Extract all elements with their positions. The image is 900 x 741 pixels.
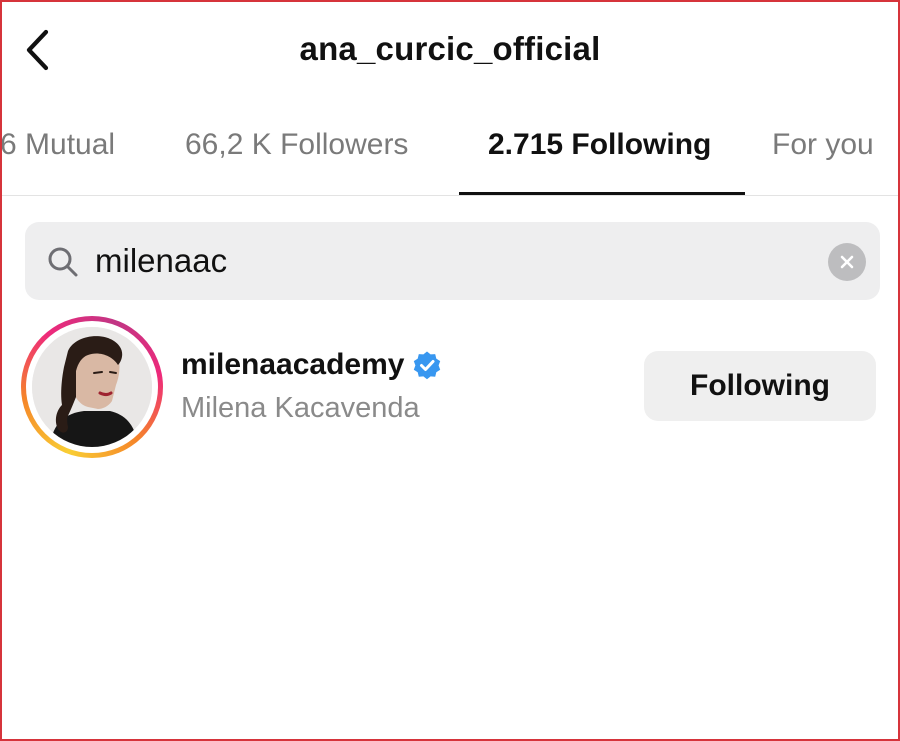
page-title: ana_curcic_official [299, 30, 601, 67]
clear-icon [840, 255, 854, 269]
list-item[interactable]: milenaacademy Milena Kacavenda Following [2, 314, 898, 460]
avatar [32, 327, 152, 447]
story-ring[interactable] [21, 316, 163, 458]
tab-mutual[interactable]: 6 Mutual [2, 128, 115, 162]
search-bar [25, 222, 880, 300]
tab-for-you[interactable]: For you [772, 128, 874, 162]
search-input[interactable] [95, 236, 815, 286]
tab-bar: 6 Mutual 66,2 K Followers 2.715 Followin… [2, 102, 898, 196]
tab-followers[interactable]: 66,2 K Followers [185, 128, 408, 162]
active-tab-indicator [459, 192, 745, 195]
username[interactable]: milenaacademy [181, 348, 404, 382]
full-name: Milena Kacavenda [181, 392, 420, 424]
verified-badge-icon [414, 351, 441, 380]
clear-search-button[interactable] [828, 243, 866, 281]
profile-photo [32, 327, 152, 447]
following-button[interactable]: Following [644, 351, 876, 421]
search-icon [48, 247, 78, 277]
header: ana_curcic_official [2, 2, 898, 102]
app-window: ana_curcic_official 6 Mutual 66,2 K Foll… [0, 0, 900, 741]
tab-following[interactable]: 2.715 Following [488, 128, 711, 162]
